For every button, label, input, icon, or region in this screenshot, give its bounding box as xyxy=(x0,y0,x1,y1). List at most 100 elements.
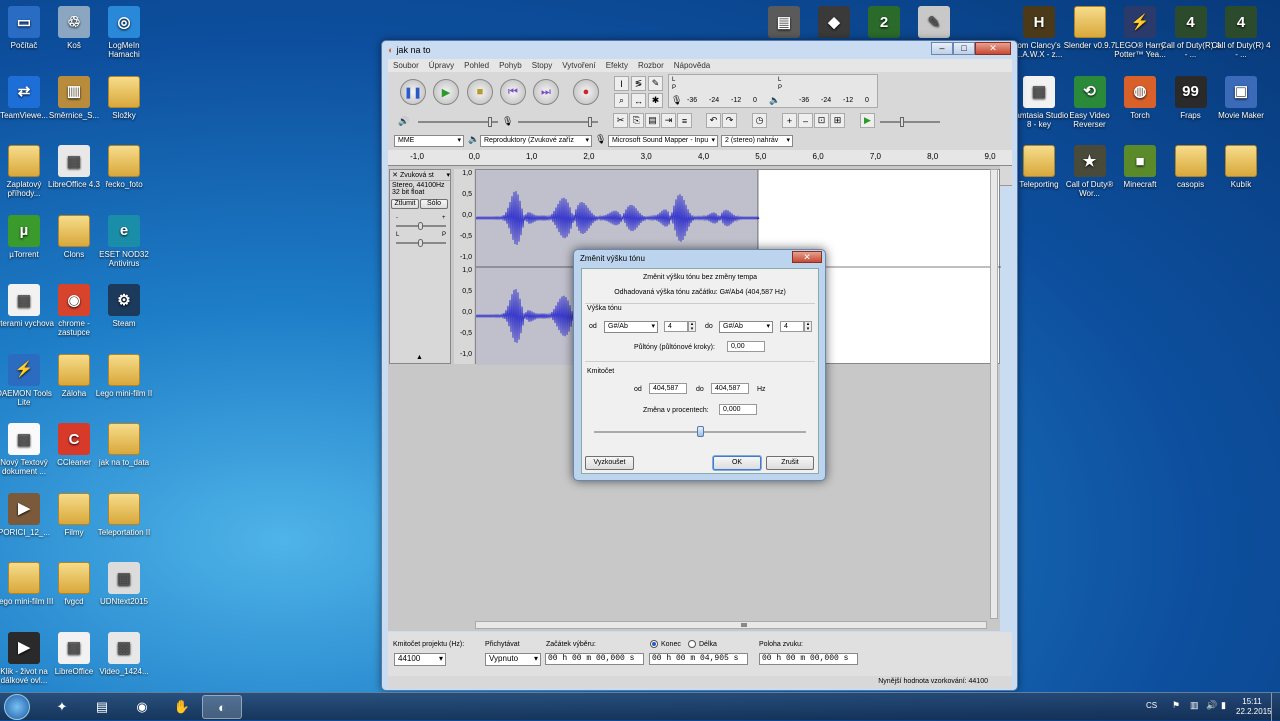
play-at-speed-icon[interactable]: ▶ xyxy=(860,113,875,128)
host-select[interactable]: MME xyxy=(394,135,464,147)
desktop-icon[interactable]: ✎ xyxy=(904,6,964,41)
zoom-in-icon[interactable]: + xyxy=(782,113,797,128)
timeline-ruler[interactable]: -1,0 0,0 1,0 2,0 3,0 4,0 5,0 6,0 7,0 8,0 9,0 xyxy=(388,150,1012,166)
semitones-input[interactable]: 0,00 xyxy=(727,341,765,352)
tray-flag-icon[interactable]: ⚑ xyxy=(1172,700,1180,711)
menu-napoveda[interactable]: Nápověda xyxy=(669,61,715,70)
menu-pohyb[interactable]: Pohyb xyxy=(494,61,527,70)
close-button[interactable]: ✕ xyxy=(975,42,1011,55)
desktop-icon[interactable]: jak na to_data xyxy=(93,423,155,467)
redo-icon[interactable]: ↷ xyxy=(722,113,737,128)
menu-pohled[interactable]: Pohled xyxy=(459,61,494,70)
audio-position-field[interactable]: 00 h 00 m 00,000 s xyxy=(759,653,858,665)
selection-end-field[interactable]: 00 h 00 m 04,905 s xyxy=(649,653,748,665)
menu-upravy[interactable]: Úpravy xyxy=(424,61,459,70)
speaker-meter-icon[interactable]: 🔈 xyxy=(769,95,780,106)
pitch-to-select[interactable]: G#/Ab xyxy=(719,321,773,333)
selection-start-field[interactable]: 00 h 00 m 00,000 s xyxy=(545,653,644,665)
sync-lock-icon[interactable]: ◷ xyxy=(752,113,767,128)
skip-start-button[interactable]: ⏮ xyxy=(500,79,526,105)
zoom-tool-icon[interactable]: ⌕ xyxy=(614,93,629,108)
draw-tool-icon[interactable]: ✎ xyxy=(648,76,663,91)
multi-tool-icon[interactable]: ✱ xyxy=(648,93,663,108)
collapse-track-icon[interactable]: ▲ xyxy=(416,354,423,361)
percent-change-input[interactable]: 0,000 xyxy=(719,404,757,415)
zoom-out-icon[interactable]: – xyxy=(798,113,813,128)
percent-slider-thumb[interactable] xyxy=(697,426,704,437)
ok-button[interactable]: OK xyxy=(713,456,761,470)
input-device-select[interactable]: Microsoft Sound Mapper - Inpu xyxy=(608,135,718,147)
selection-tool-icon[interactable]: I xyxy=(614,76,629,91)
stop-button[interactable]: ■ xyxy=(467,79,493,105)
start-button[interactable] xyxy=(4,694,30,720)
desktop-icon[interactable]: Kubík xyxy=(1210,145,1272,189)
track-name[interactable]: Zvuková st xyxy=(400,172,446,179)
track-menu-icon[interactable]: ▾ xyxy=(446,171,450,179)
menu-soubor[interactable]: Soubor xyxy=(388,61,424,70)
desktop-icon[interactable]: ▦ UDNtext2015 xyxy=(93,562,155,606)
desktop-icon[interactable]: Teleportation II xyxy=(93,492,155,537)
trim-icon[interactable]: ⇥ xyxy=(661,113,676,128)
silence-icon[interactable]: ≡ xyxy=(677,113,692,128)
language-indicator[interactable]: CS xyxy=(1146,701,1157,710)
menu-vytvoreni[interactable]: Vytvoření xyxy=(557,61,601,70)
desktop-icon[interactable]: ▣ Movie Maker xyxy=(1210,75,1272,120)
pitch-from-select[interactable]: G#/Ab xyxy=(604,321,658,333)
mute-button[interactable]: Ztlumit xyxy=(391,199,419,209)
vertical-scrollbar[interactable] xyxy=(990,169,998,619)
freq-to-input[interactable]: 404,587 xyxy=(711,383,749,394)
taskbar-game-icon[interactable]: ✦ xyxy=(42,695,82,719)
menu-rozbor[interactable]: Rozbor xyxy=(633,61,669,70)
solo-button[interactable]: Sólo xyxy=(420,199,448,209)
taskbar-chrome-icon[interactable]: ◉ xyxy=(122,695,162,719)
taskbar-audacity-icon[interactable]: ◐ xyxy=(202,695,242,719)
record-meter[interactable]: L P L P 🎙 -36 -24 -12 0 🔈 -36 -24 -12 0 xyxy=(668,74,878,108)
octave-from-spinner[interactable]: ▴ ▾ xyxy=(688,321,696,332)
desktop-icon[interactable]: Složky xyxy=(93,75,155,120)
playback-volume-slider[interactable] xyxy=(418,117,498,127)
desktop-icon[interactable]: Lego mini-film II xyxy=(93,353,155,398)
desktop-icon[interactable]: ◎ LogMeIn Hamachi xyxy=(93,6,155,59)
pause-button[interactable]: ❚❚ xyxy=(400,79,426,105)
length-radio[interactable] xyxy=(688,640,696,648)
gain-slider[interactable] xyxy=(396,222,446,230)
microphone-icon[interactable]: 🎙 xyxy=(671,95,682,106)
octave-to-spinner[interactable]: ▴ ▾ xyxy=(804,321,812,332)
timeshift-tool-icon[interactable]: ↔ xyxy=(631,93,646,108)
minimize-button[interactable]: – xyxy=(931,42,953,55)
skip-end-button[interactable]: ⏭ xyxy=(533,79,559,105)
undo-icon[interactable]: ↶ xyxy=(706,113,721,128)
freq-from-input[interactable]: 404,587 xyxy=(649,383,687,394)
dialog-close-button[interactable]: ✕ xyxy=(792,251,822,263)
dialog-titlebar[interactable]: Změnit výšku tónu xyxy=(574,250,825,267)
desktop-icon[interactable]: e ESET NOD32 Antivirus xyxy=(93,214,155,268)
channels-select[interactable]: 2 (stereo) nahráv xyxy=(721,135,793,147)
cancel-button[interactable]: Zrušit xyxy=(766,456,814,470)
taskbar-explorer-icon[interactable]: ▤ xyxy=(82,695,122,719)
taskbar-hand-icon[interactable]: ✋ xyxy=(162,695,202,719)
horizontal-scrollbar[interactable] xyxy=(475,621,987,629)
percent-change-slider[interactable] xyxy=(594,426,806,437)
record-button[interactable]: ● xyxy=(573,79,599,105)
project-rate-select[interactable]: 44100 xyxy=(394,653,446,666)
preview-button[interactable]: Vyzkoušet xyxy=(585,456,634,470)
output-device-select[interactable]: Reproduktory (Zvukové zaříz xyxy=(480,135,592,147)
show-desktop-button[interactable] xyxy=(1271,693,1280,721)
tray-volume-icon[interactable]: 🔊 xyxy=(1206,700,1217,711)
copy-icon[interactable]: ⎘ xyxy=(629,113,644,128)
play-speed-slider[interactable] xyxy=(880,117,940,127)
snap-select[interactable]: Vypnuto xyxy=(485,653,541,666)
fit-selection-icon[interactable]: ⊡ xyxy=(814,113,829,128)
octave-from-input[interactable]: 4 xyxy=(664,321,688,332)
desktop-icon[interactable]: ▩ Video_1424... xyxy=(93,631,155,676)
desktop-icon[interactable]: 4 Call of Duty(R) 4 - ... xyxy=(1210,6,1272,59)
track-close-icon[interactable]: ✕ xyxy=(390,171,400,179)
clock[interactable]: 15:11 22.2.2015 xyxy=(1236,697,1272,717)
maximize-button[interactable]: □ xyxy=(953,42,975,55)
menu-efekty[interactable]: Efekty xyxy=(601,61,633,70)
desktop-icon[interactable]: ⚙ Steam xyxy=(93,284,155,328)
end-radio[interactable] xyxy=(650,640,658,648)
envelope-tool-icon[interactable]: ≶ xyxy=(631,76,646,91)
tray-network-icon[interactable]: ▥ xyxy=(1190,700,1199,711)
octave-to-input[interactable]: 4 xyxy=(780,321,804,332)
